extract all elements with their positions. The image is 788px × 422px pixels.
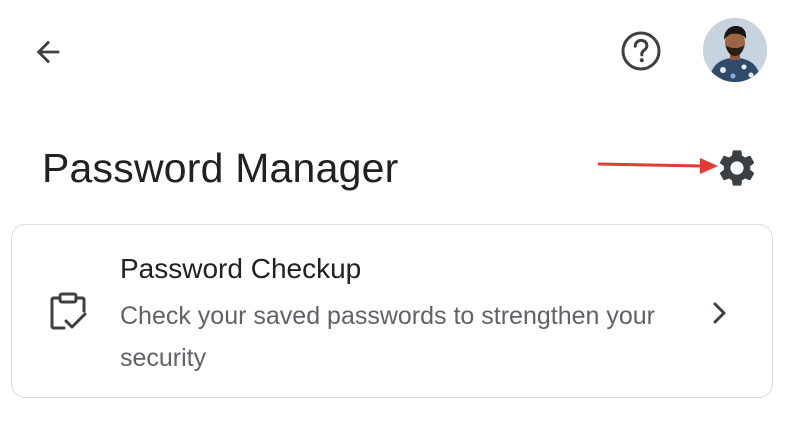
password-checkup-card[interactable]: Password Checkup Check your saved passwo… [11,224,773,398]
help-circle-icon [621,31,661,71]
card-title: Password Checkup [120,253,362,284]
clipboard-check-icon [50,292,87,330]
settings-button[interactable] [714,145,760,191]
arrow-back-icon [36,40,60,64]
user-avatar[interactable] [703,18,767,82]
page-title: Password Manager [42,145,399,191]
password-manager-page: Password Manager Password Checkup Check … [0,0,788,422]
help-button[interactable] [617,27,665,75]
chevron-right-icon [713,302,726,324]
annotation-arrow [598,158,718,174]
gear-icon [719,150,755,186]
card-description: Check your saved passwords to strengthen… [120,302,655,372]
back-button[interactable] [26,30,70,74]
avatar-image [703,18,767,82]
